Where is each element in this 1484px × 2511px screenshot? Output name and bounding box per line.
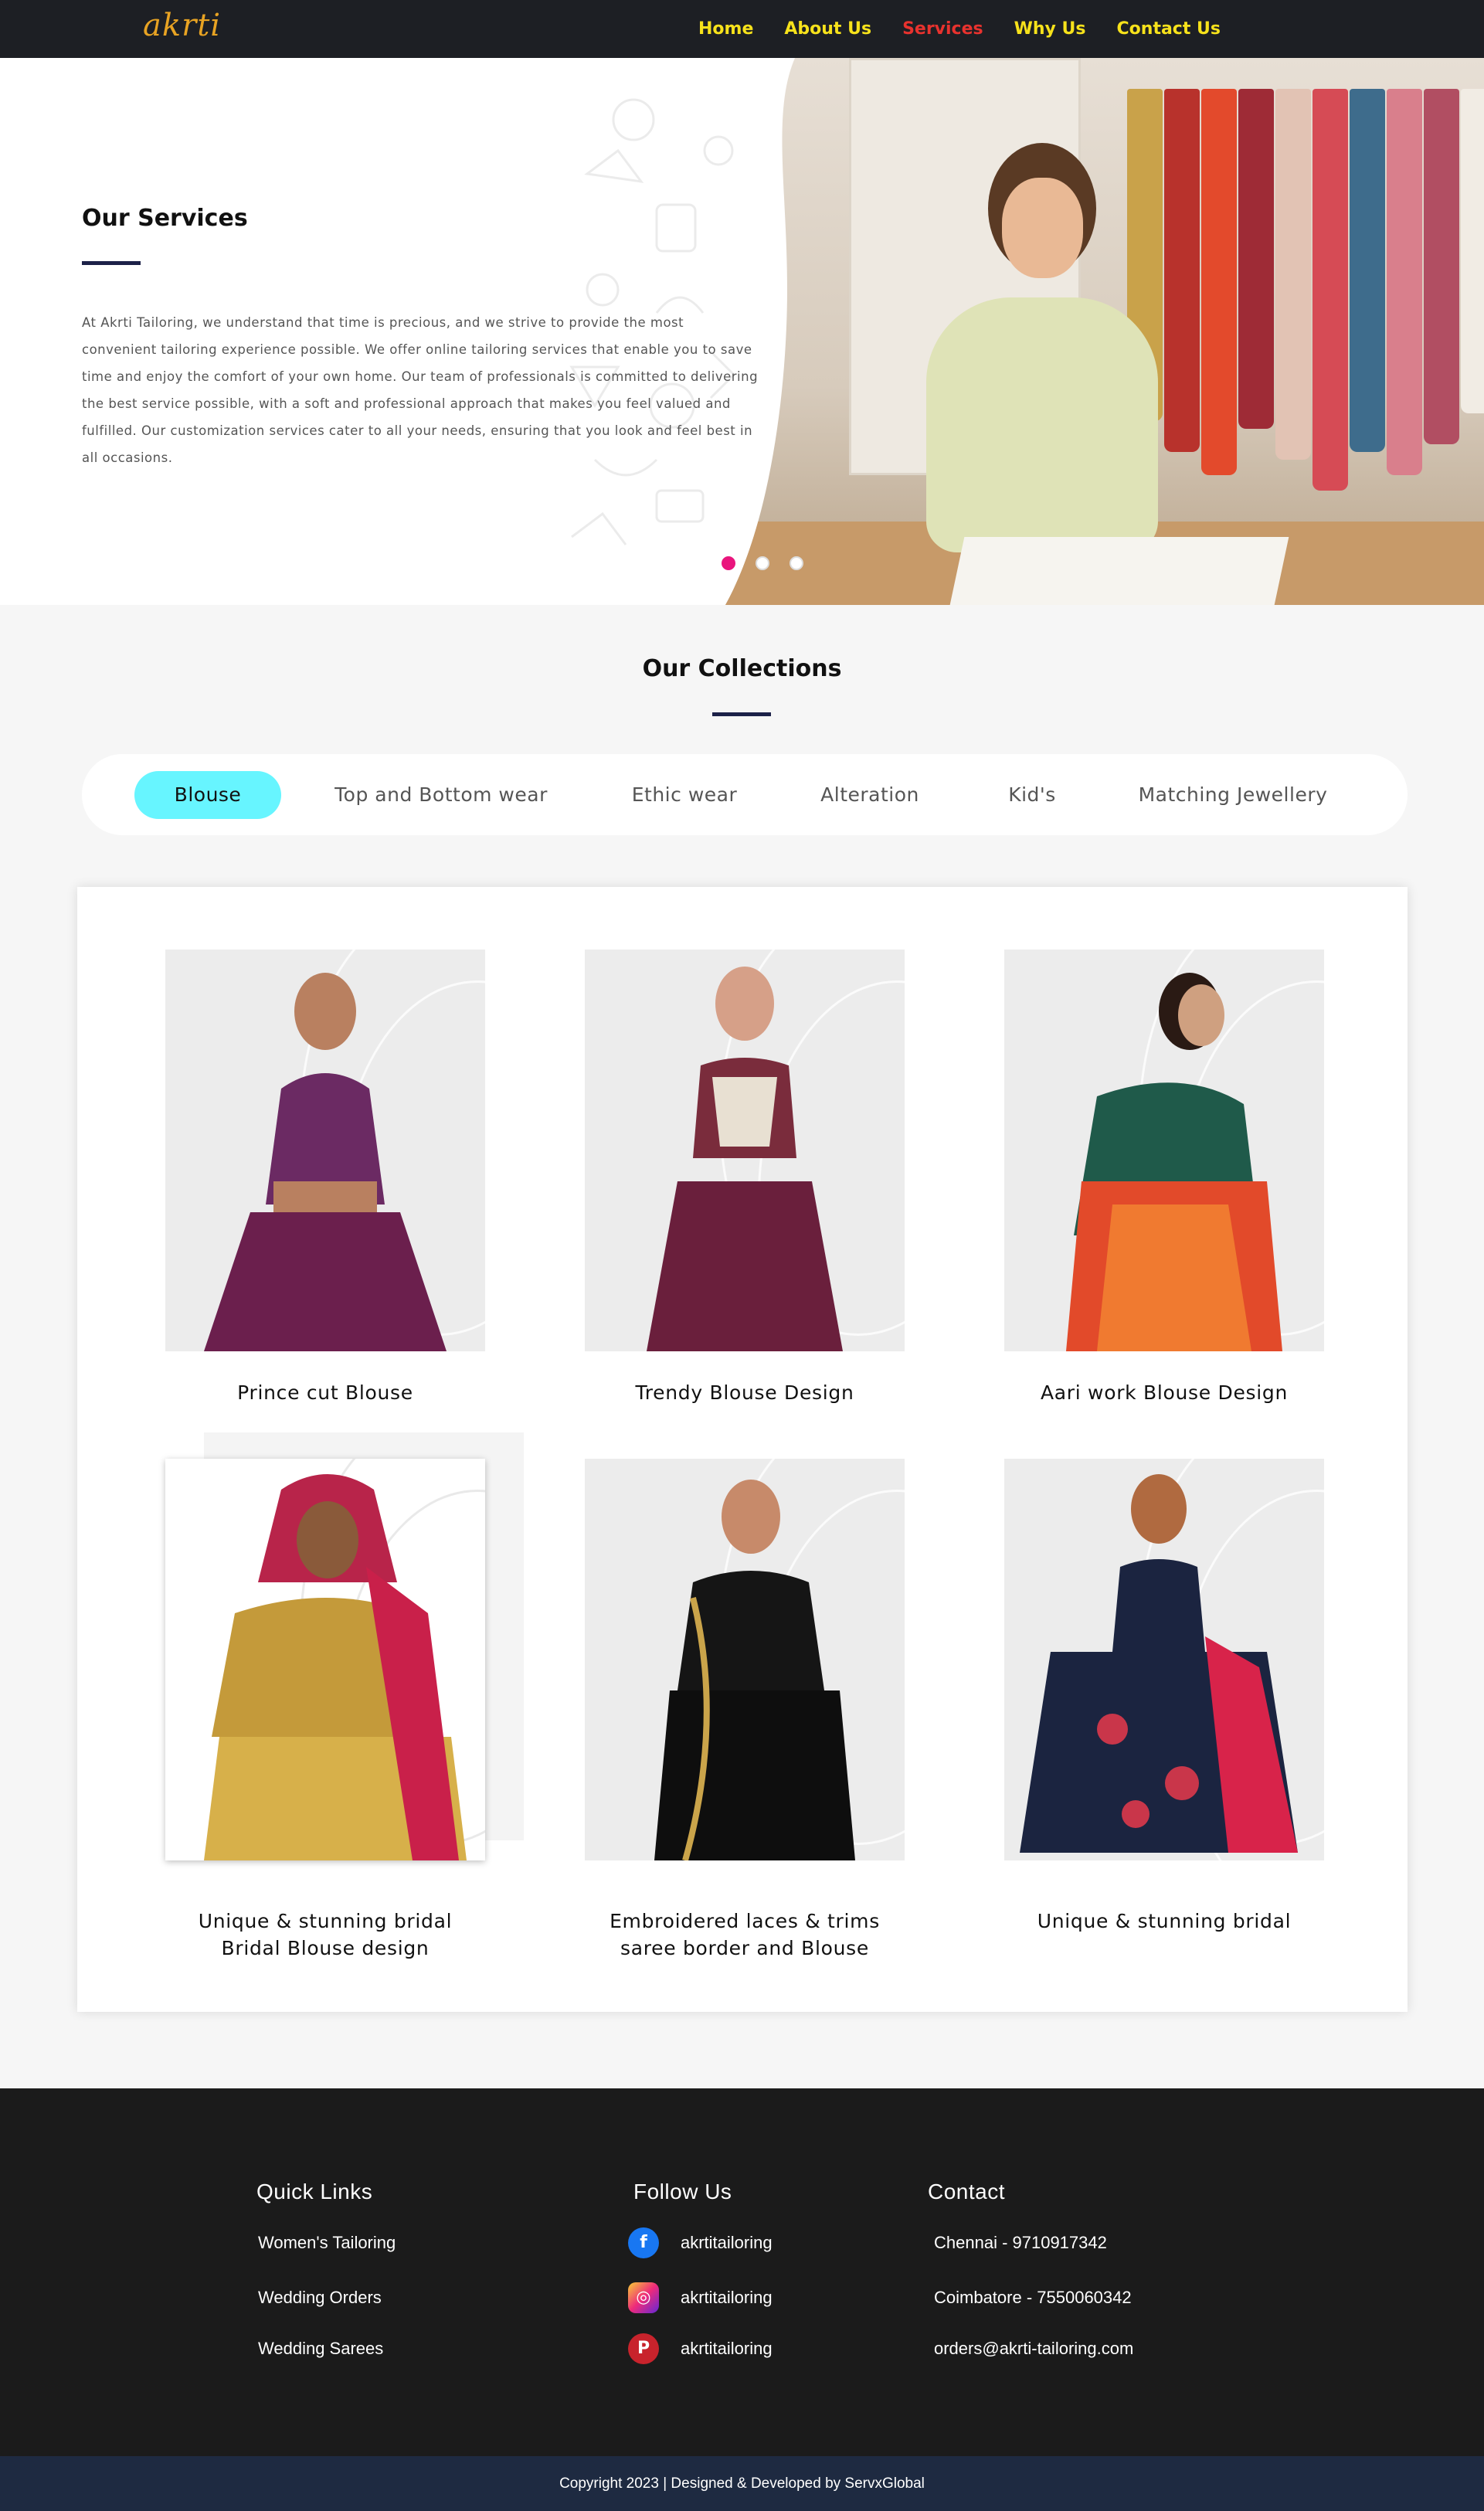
collection-card-title-line1: Embroidered laces & trims	[610, 1910, 880, 1932]
tab-blouse[interactable]: Blouse	[134, 771, 281, 819]
pinterest-icon[interactable]: P	[628, 2333, 659, 2364]
footer-quick-links-title: Quick Links	[256, 2180, 373, 2203]
collection-card-title: Unique & stunning bridal Bridal Blouse d…	[134, 1908, 516, 1962]
collection-card-image[interactable]	[1004, 1459, 1324, 1860]
collection-card-title: Trendy Blouse Design	[635, 1381, 854, 1404]
tab-alteration[interactable]: Alteration	[808, 771, 932, 819]
hero-description: At Akrti Tailoring, we understand that t…	[82, 315, 759, 465]
model-figure	[647, 967, 843, 1351]
collection-card-title: Unique & stunning bridal	[1037, 1910, 1292, 1932]
collection-card-title-line2: saree border and Blouse	[620, 1937, 869, 1959]
footer-contact-coimbatore: Coimbatore - 7550060342	[934, 2288, 1132, 2307]
collection-card-image[interactable]	[585, 1459, 905, 1860]
nav-why-us-link[interactable]: Why Us	[1014, 19, 1086, 39]
collection-card-title-line1: Unique & stunning bridal	[198, 1910, 453, 1932]
sketch-paper	[950, 537, 1289, 605]
footer-instagram-handle[interactable]: akrtitailoring	[681, 2288, 773, 2308]
tab-ethic-wear[interactable]: Ethic wear	[619, 771, 750, 819]
akrti-logo[interactable]: akrti	[143, 8, 221, 43]
site-footer: Quick Links Women's Tailoring Wedding Or…	[0, 2088, 1484, 2456]
nav-contact-link[interactable]: Contact Us	[1117, 19, 1221, 39]
collection-card-title-line2: Bridal Blouse design	[221, 1937, 430, 1959]
footer-follow-us-title: Follow Us	[633, 2180, 732, 2203]
collection-card-image[interactable]	[585, 950, 905, 1351]
collections-title-underline	[712, 712, 771, 716]
carousel-dot-2[interactable]	[756, 556, 769, 570]
footer-facebook-handle[interactable]: akrtitailoring	[681, 2233, 773, 2253]
carousel-dots	[722, 556, 824, 570]
tab-matching-jewellery[interactable]: Matching Jewellery	[1117, 771, 1349, 819]
footer-link-wedding-orders[interactable]: Wedding Orders	[258, 2288, 382, 2308]
tab-top-bottom-wear[interactable]: Top and Bottom wear	[325, 771, 557, 819]
footer-contact-email[interactable]: orders@akrti-tailoring.com	[934, 2339, 1133, 2359]
collections-title: Our Collections	[642, 655, 842, 682]
model-figure	[204, 1474, 467, 1860]
collection-card-image[interactable]	[1004, 950, 1324, 1351]
footer-pinterest-handle[interactable]: akrtitailoring	[681, 2339, 773, 2359]
carousel-dot-3[interactable]	[790, 556, 803, 570]
model-figure	[204, 973, 447, 1351]
facebook-icon[interactable]: f	[628, 2227, 659, 2258]
footer-contact-title: Contact	[928, 2180, 1005, 2203]
tailor-woman	[903, 143, 1181, 591]
collection-card-title: Embroidered laces & trims saree border a…	[554, 1908, 936, 1962]
model-figure	[654, 1480, 855, 1860]
carousel-dot-1[interactable]	[722, 556, 735, 570]
nav-about-link[interactable]: About Us	[784, 19, 871, 39]
collection-card-image[interactable]	[165, 950, 485, 1351]
footer-link-wedding-sarees[interactable]: Wedding Sarees	[258, 2339, 383, 2359]
model-figure	[1066, 973, 1282, 1351]
tab-kids[interactable]: Kid's	[993, 771, 1071, 819]
model-figure	[1020, 1474, 1298, 1853]
collection-card-image[interactable]	[165, 1459, 485, 1860]
nav-home-link[interactable]: Home	[698, 19, 753, 39]
hero-tailor-photo	[725, 58, 1484, 605]
collection-card-title: Prince cut Blouse	[237, 1381, 413, 1404]
footer-link-womens-tailoring[interactable]: Women's Tailoring	[258, 2233, 396, 2253]
top-navbar: akrti Home About Us Services Why Us Cont…	[0, 0, 1484, 58]
hero-title-underline	[82, 261, 141, 265]
hero-banner: Our Services At Akrti Tailoring, we unde…	[0, 58, 1484, 605]
footer-contact-chennai: Chennai - 9710917342	[934, 2233, 1107, 2252]
hero-title: Our Services	[82, 205, 248, 232]
instagram-icon[interactable]: ◎	[628, 2282, 659, 2313]
collection-card-title: Aari work Blouse Design	[1040, 1381, 1289, 1404]
collection-grid: Prince cut Blouse Trendy Blouse Design A…	[77, 887, 1408, 2012]
nav-links: Home About Us Services Why Us Contact Us	[698, 0, 1251, 58]
copyright-bar: Copyright 2023 | Designed & Developed by…	[0, 2456, 1484, 2511]
nav-services-link[interactable]: Services	[902, 19, 983, 39]
collection-tabs: Blouse Top and Bottom wear Ethic wear Al…	[82, 754, 1408, 835]
